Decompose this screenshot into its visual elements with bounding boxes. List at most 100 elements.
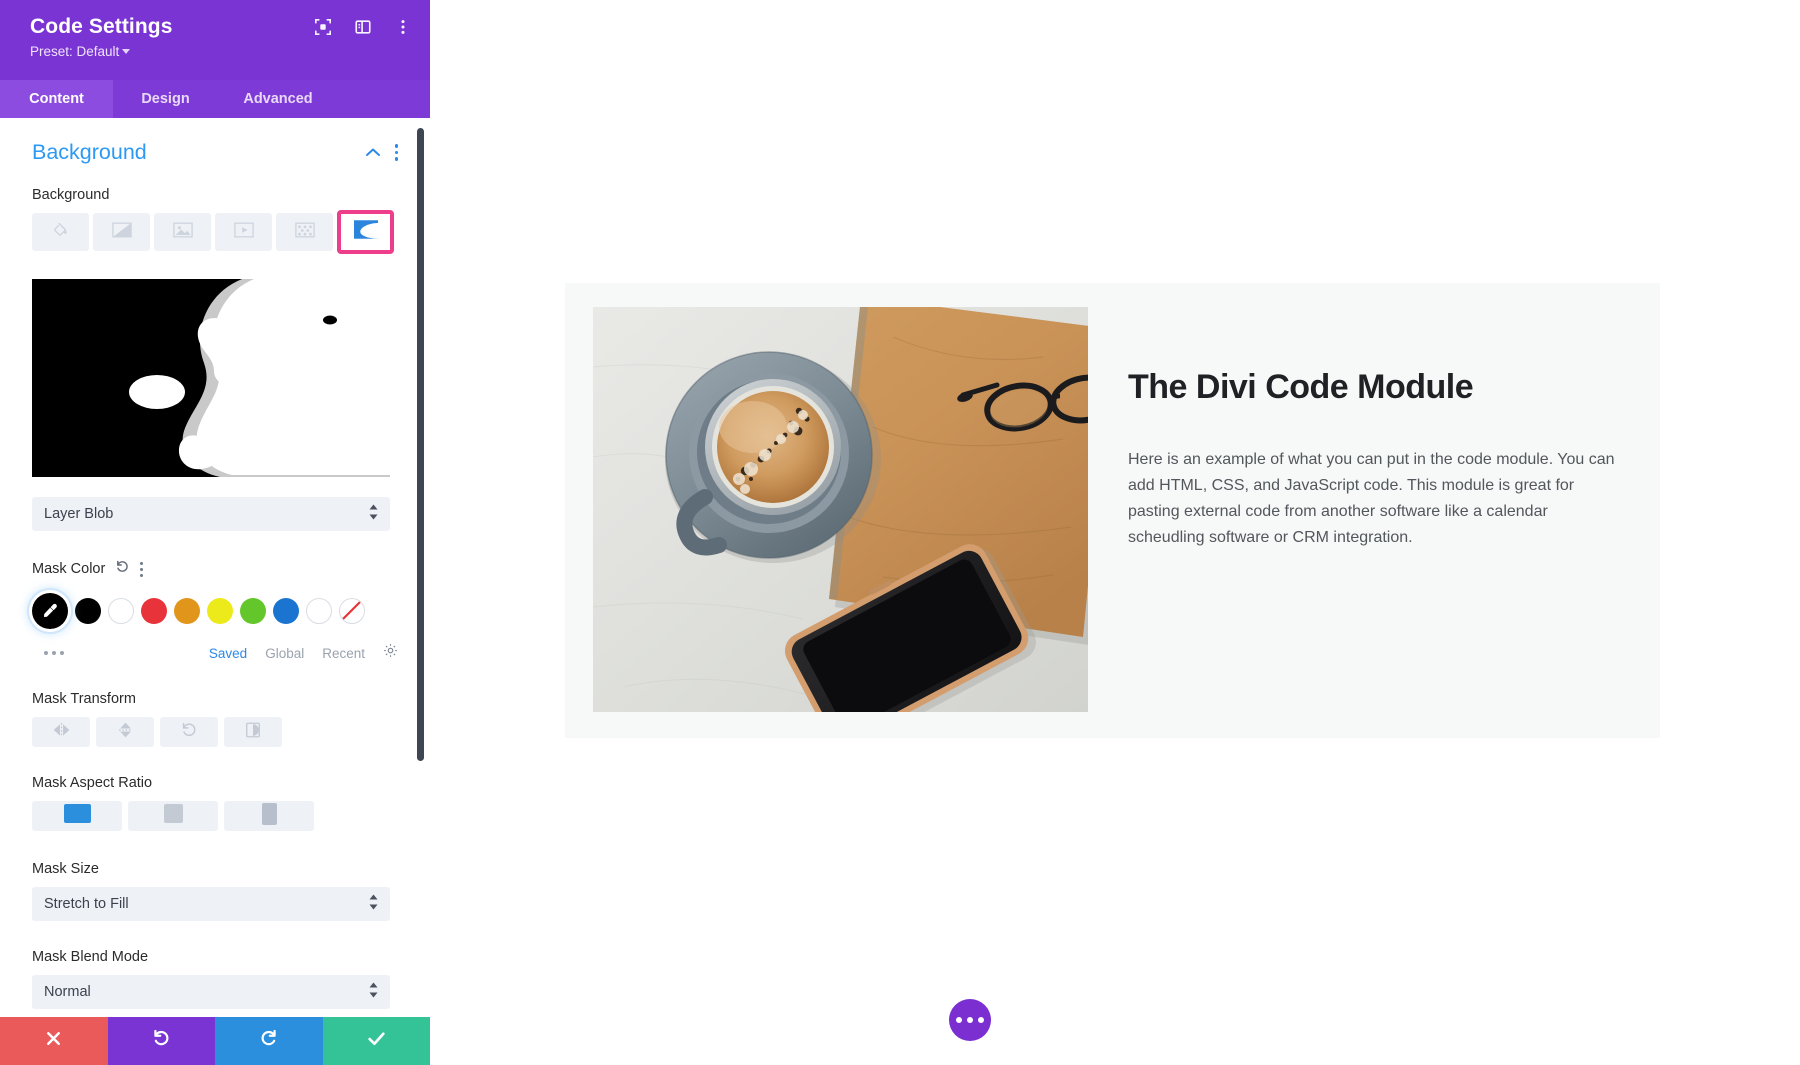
- mask-size-value: Stretch to Fill: [44, 896, 129, 912]
- rotate-button[interactable]: [160, 717, 218, 747]
- panel-preset-selector[interactable]: Preset: Default: [30, 44, 408, 59]
- check-icon: [366, 1028, 387, 1054]
- background-type-gradient[interactable]: [93, 213, 150, 251]
- landscape-icon: [63, 804, 91, 828]
- cancel-button[interactable]: [0, 1017, 108, 1065]
- select-spinner-icon: [369, 894, 378, 914]
- mask-transform-label: Mask Transform: [32, 691, 136, 707]
- panel-scrollbar-track[interactable]: [417, 118, 427, 1017]
- global-colors-link[interactable]: Global: [265, 646, 304, 661]
- background-type-toggle-group: [32, 210, 398, 257]
- swatch-green[interactable]: [240, 598, 266, 624]
- panel-tabs: Content Design Advanced: [0, 80, 430, 118]
- focus-target-icon[interactable]: [314, 18, 332, 36]
- module-paragraph: Here is an example of what you can put i…: [1128, 451, 1615, 546]
- redo-button[interactable]: [215, 1017, 323, 1065]
- background-field-label: Background: [32, 187, 110, 203]
- background-type-mask[interactable]: [337, 210, 394, 254]
- mask-transform-buttons: [32, 717, 398, 747]
- select-spinner-icon: [369, 982, 378, 1002]
- rotate-ccw-icon: [180, 721, 198, 744]
- mask-size-label: Mask Size: [32, 861, 99, 877]
- background-type-color[interactable]: [32, 213, 89, 251]
- saved-colors-link[interactable]: Saved: [209, 646, 247, 661]
- mask-size-select[interactable]: Stretch to Fill: [32, 887, 390, 921]
- mask-aspect-ratio-label: Mask Aspect Ratio: [32, 775, 153, 791]
- page-canvas: The Divi Code Module Here is an example …: [430, 0, 1800, 1065]
- mask-blend-mode-value: Normal: [44, 984, 91, 1000]
- aspect-portrait-button[interactable]: [224, 801, 314, 831]
- undo-icon: [151, 1028, 172, 1054]
- module-text-column: The Divi Code Module Here is an example …: [1128, 368, 1628, 551]
- section-menu-vertical-dots-icon[interactable]: [394, 144, 398, 161]
- background-section-header: Background: [32, 140, 398, 165]
- background-type-video[interactable]: [215, 213, 272, 251]
- mask-style-select[interactable]: Layer Blob: [32, 497, 390, 531]
- more-colors-horizontal-dots-icon[interactable]: [44, 651, 64, 655]
- code-settings-panel: Code Settings Preset: Default Content De…: [0, 0, 430, 1065]
- mask-color-label-row: Mask Color: [32, 559, 398, 579]
- mask-color-menu-vertical-dots-icon[interactable]: [140, 561, 144, 577]
- gear-icon[interactable]: [383, 643, 398, 663]
- save-button[interactable]: [322, 1017, 430, 1065]
- swatch-black[interactable]: [75, 598, 101, 624]
- screen-root: Code Settings Preset: Default Content De…: [0, 0, 1800, 1065]
- swatch-transparent[interactable]: [339, 598, 365, 624]
- pattern-icon: [294, 222, 315, 243]
- redo-icon: [258, 1028, 279, 1054]
- invert-icon: [244, 721, 262, 744]
- gradient-icon: [111, 222, 132, 243]
- mask-preview: [32, 279, 390, 477]
- panel-scrollbar-thumb[interactable]: [417, 128, 424, 761]
- mask-aspect-ratio-group: [32, 801, 398, 831]
- panel-preset-label: Preset: Default: [30, 44, 120, 60]
- aspect-landscape-button[interactable]: [32, 801, 122, 831]
- flip-vertical-button[interactable]: [96, 717, 154, 747]
- reset-arrow-icon[interactable]: [115, 559, 130, 579]
- panel-layout-icon[interactable]: [354, 18, 372, 36]
- swatch-yellow[interactable]: [207, 598, 233, 624]
- page-settings-fab[interactable]: [949, 999, 991, 1041]
- background-type-pattern[interactable]: [276, 213, 333, 251]
- color-picker-swatch[interactable]: [32, 593, 68, 629]
- swatch-orange[interactable]: [174, 598, 200, 624]
- invert-button[interactable]: [224, 717, 282, 747]
- panel-action-bar: [0, 1017, 430, 1065]
- flip-horizontal-button[interactable]: [32, 717, 90, 747]
- chevron-up-icon[interactable]: [365, 144, 381, 162]
- video-icon: [233, 222, 254, 243]
- fab-dot-3: [978, 1017, 984, 1023]
- mask-color-label: Mask Color: [32, 561, 106, 577]
- flip-vertical-icon: [117, 721, 134, 744]
- image-icon: [172, 222, 193, 243]
- fab-dot-1: [956, 1017, 962, 1023]
- swatch-blue[interactable]: [273, 598, 299, 624]
- flip-horizontal-icon: [52, 722, 71, 743]
- undo-button[interactable]: [107, 1017, 215, 1065]
- select-spinner-icon: [369, 504, 378, 524]
- tab-design[interactable]: Design: [113, 80, 218, 118]
- page-title: The Divi Code Module: [1128, 368, 1474, 406]
- mask-blend-mode-select[interactable]: Normal: [32, 975, 390, 1009]
- panel-header-icons: [314, 18, 412, 36]
- mask-color-swatches: [32, 593, 398, 629]
- tab-advanced[interactable]: Advanced: [218, 80, 338, 118]
- tab-content[interactable]: Content: [0, 80, 113, 118]
- mask-style-value: Layer Blob: [44, 506, 114, 522]
- mask-blend-mode-label: Mask Blend Mode: [32, 949, 149, 965]
- panel-scroll-area: Background Background Layer Blob Mask Co…: [0, 118, 430, 1017]
- chevron-down-icon: [122, 49, 131, 55]
- mask-icon: [353, 220, 378, 244]
- section-title: Background: [32, 140, 147, 164]
- fab-dot-2: [967, 1017, 973, 1023]
- swatch-white[interactable]: [108, 598, 134, 624]
- aspect-square-button[interactable]: [128, 801, 218, 831]
- recent-colors-link[interactable]: Recent: [322, 646, 365, 661]
- code-module-card[interactable]: The Divi Code Module Here is an example …: [565, 283, 1660, 738]
- portrait-icon: [261, 802, 277, 830]
- vertical-dots-icon[interactable]: [394, 18, 412, 36]
- swatch-white-2[interactable]: [306, 598, 332, 624]
- swatch-red[interactable]: [141, 598, 167, 624]
- background-type-image[interactable]: [154, 213, 211, 251]
- square-icon: [163, 804, 183, 828]
